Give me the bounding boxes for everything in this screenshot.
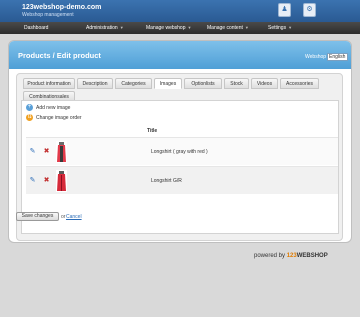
user-icon[interactable]: ♟ xyxy=(278,3,291,17)
nav-settings[interactable]: Settings ▼ xyxy=(268,22,292,34)
main-nav: Dashboard Administration ▼ Manage webshop… xyxy=(0,22,360,34)
tab-product-information[interactable]: Product information xyxy=(23,78,75,89)
tab-description[interactable]: Description xyxy=(77,78,113,89)
tab-images[interactable]: Images xyxy=(154,78,182,89)
column-title: Title xyxy=(147,128,158,134)
change-order-link[interactable]: Change image order xyxy=(36,115,82,121)
panel-header: Products / Edit product Webshop English xyxy=(9,41,351,69)
nav-manage-webshop[interactable]: Manage webshop ▼ xyxy=(146,22,191,34)
add-image-icon: + xyxy=(26,104,33,112)
brand: 123webshop-demo.com Webshop management xyxy=(22,4,101,18)
tab-videos[interactable]: Videos xyxy=(251,78,278,89)
shirt-image xyxy=(57,171,66,191)
cancel-link[interactable]: Cancel xyxy=(66,214,82,220)
footer-powered-by: powered by 123WEBSHOP xyxy=(254,253,328,259)
delete-icon[interactable]: ✖ xyxy=(42,176,51,185)
nav-administration[interactable]: Administration ▼ xyxy=(86,22,124,34)
tab-categories[interactable]: Categories xyxy=(115,78,152,89)
delete-icon[interactable]: ✖ xyxy=(42,147,51,156)
page-title: Products / Edit product xyxy=(18,51,101,60)
product-thumbnail xyxy=(56,141,67,163)
site-subtitle: Webshop management xyxy=(22,12,74,18)
row-title: Longshirt ( gray with red ) xyxy=(151,149,208,155)
save-button[interactable]: Save changes xyxy=(16,212,59,221)
nav-dashboard[interactable]: Dashboard xyxy=(24,22,48,34)
settings-icon[interactable]: ⚙ xyxy=(303,3,316,17)
language-select[interactable]: English xyxy=(327,53,348,61)
add-image-link[interactable]: Add new image xyxy=(36,105,70,111)
shirt-image xyxy=(57,142,66,162)
change-order-action[interactable]: ⇅ Change image order xyxy=(26,114,82,122)
nav-manage-content[interactable]: Manage content ▼ xyxy=(207,22,249,34)
language-label: Webshop xyxy=(305,54,327,60)
footer-brand-number: 123 xyxy=(286,253,297,259)
row-title: Longshirt G/R xyxy=(151,178,182,184)
table-row: ✎ ✖ Longshirt ( gray with red ) xyxy=(26,137,338,165)
add-image-action[interactable]: + Add new image xyxy=(26,104,70,112)
table-row: ✎ ✖ Longshirt G/R xyxy=(26,166,338,194)
product-thumbnail xyxy=(56,170,67,192)
footer-brand-text: WEBSHOP xyxy=(296,253,328,259)
top-bar: 123webshop-demo.com Webshop management ♟… xyxy=(0,0,360,22)
tab-optionlists[interactable]: Optionlists xyxy=(184,78,222,89)
tab-accessories[interactable]: Accessories xyxy=(280,78,319,89)
tab-stock[interactable]: Stock xyxy=(224,78,249,89)
reorder-icon: ⇅ xyxy=(26,114,33,122)
edit-product-panel: Products / Edit product Webshop English … xyxy=(8,40,352,243)
site-title[interactable]: 123webshop-demo.com xyxy=(22,4,101,12)
or-label: or xyxy=(61,214,66,220)
edit-icon[interactable]: ✎ xyxy=(28,176,37,185)
edit-icon[interactable]: ✎ xyxy=(28,147,37,156)
